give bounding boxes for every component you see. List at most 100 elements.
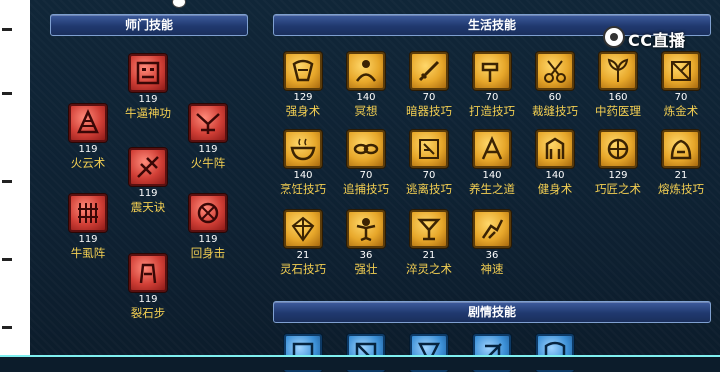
skill-level: 129: [608, 170, 628, 181]
bottom-edge: [0, 357, 720, 370]
smelting-icon: [662, 130, 700, 168]
sect-skill[interactable]: 119 回身击: [176, 194, 240, 260]
life-skill[interactable]: 140 冥想: [334, 52, 398, 118]
wellness-icon: [473, 130, 511, 168]
life-skill[interactable]: 60 裁缝技巧: [523, 52, 587, 118]
skill-level: 36: [485, 250, 499, 261]
life-skill[interactable]: 140 养生之道: [460, 130, 524, 196]
skill-level: 70: [359, 170, 373, 181]
life-skill[interactable]: 70 打造技巧: [460, 52, 524, 118]
story-skills-title: 剧情技能: [467, 305, 516, 319]
skill-level: 21: [674, 170, 688, 181]
cc-logo-icon: [603, 26, 625, 48]
life-skill[interactable]: 129 巧匠之术: [586, 130, 650, 196]
skill-name: 养生之道: [469, 182, 515, 196]
tempering-icon: [410, 210, 448, 248]
life-skill[interactable]: 21 熔炼技巧: [649, 130, 713, 196]
life-skill[interactable]: 70 追捕技巧: [334, 130, 398, 196]
sect-skill[interactable]: 119 牛逼神功: [116, 54, 180, 120]
skill-level: 70: [674, 92, 688, 103]
skill-name: 打造技巧: [469, 104, 515, 118]
life-skill[interactable]: 129 强身术: [271, 52, 335, 118]
life-skill[interactable]: 70 暗器技巧: [397, 52, 461, 118]
skill-name: 淬灵之术: [406, 262, 452, 276]
life-skill[interactable]: 36 神速: [460, 210, 524, 276]
craftsman-icon: [599, 130, 637, 168]
skill-level: 140: [293, 170, 313, 181]
sect-skill[interactable]: 119 火牛阵: [176, 104, 240, 170]
sect-skills-title: 师门技能: [124, 18, 173, 32]
life-skill[interactable]: 36 强壮: [334, 210, 398, 276]
fire-cloud-icon: [69, 104, 107, 142]
life-skill[interactable]: 21 灵石技巧: [271, 210, 335, 276]
skill-name: 强身术: [285, 104, 321, 118]
skill-level: 119: [198, 144, 218, 155]
skill-name: 暗器技巧: [406, 104, 452, 118]
skill-name: 强壮: [354, 262, 378, 276]
hammer-icon: [473, 52, 511, 90]
fitness-icon: [536, 130, 574, 168]
spirit-stone-icon: [284, 210, 322, 248]
life-skill[interactable]: 70 逃离技巧: [397, 130, 461, 196]
sect-skill[interactable]: 119 牛虱阵: [56, 194, 120, 260]
life-skill[interactable]: 140 健身术: [523, 130, 587, 196]
chain-icon: [347, 130, 385, 168]
skill-name: 回身击: [190, 246, 226, 260]
cc-live-watermark: CC直播: [603, 25, 691, 51]
skill-name: 震天诀: [130, 200, 166, 214]
strip-marker: [2, 326, 12, 329]
fire-bull-icon: [189, 104, 227, 142]
turn-strike-icon: [189, 194, 227, 232]
life-skill[interactable]: 70 炼金术: [649, 52, 713, 118]
skill-name: 牛逼神功: [125, 106, 171, 120]
strip-marker: [2, 28, 12, 31]
body-strength-icon: [284, 52, 322, 90]
skill-level: 70: [485, 92, 499, 103]
skill-level: 140: [356, 92, 376, 103]
skill-level: 21: [422, 250, 436, 261]
skill-level: 129: [293, 92, 313, 103]
watermark-text: CC直播: [628, 31, 686, 50]
skill-level: 119: [198, 234, 218, 245]
cooking-icon: [284, 130, 322, 168]
alchemy-icon: [662, 52, 700, 90]
herb-icon: [599, 52, 637, 90]
life-skill[interactable]: 160 中药医理: [586, 52, 650, 118]
scissors-icon: [536, 52, 574, 90]
bull-formation-icon: [69, 194, 107, 232]
stone-split-icon: [129, 254, 167, 292]
dagger-icon: [410, 52, 448, 90]
skill-level: 21: [296, 250, 310, 261]
story-skills-header: 剧情技能: [273, 301, 711, 323]
skill-name: 追捕技巧: [343, 182, 389, 196]
sect-skill[interactable]: 119 震天诀: [116, 148, 180, 214]
skill-name: 逃离技巧: [406, 182, 452, 196]
skill-level: 119: [78, 144, 98, 155]
skill-name: 巧匠之术: [595, 182, 641, 196]
skill-name: 健身术: [537, 182, 573, 196]
swift-icon: [473, 210, 511, 248]
meditation-icon: [347, 52, 385, 90]
demon-mask-icon: [129, 54, 167, 92]
skill-level: 36: [359, 250, 373, 261]
escape-icon: [410, 130, 448, 168]
life-skill[interactable]: 21 淬灵之术: [397, 210, 461, 276]
skill-name: 裁缝技巧: [532, 104, 578, 118]
skill-level: 60: [548, 92, 562, 103]
skill-level: 140: [545, 170, 565, 181]
life-skills-title: 生活技能: [467, 18, 516, 32]
skill-level: 119: [138, 94, 158, 105]
skill-name: 神速: [480, 262, 504, 276]
skill-level: 119: [78, 234, 98, 245]
sect-skills-header: 师门技能: [50, 14, 248, 36]
skill-name: 火牛阵: [190, 156, 226, 170]
skill-name: 灵石技巧: [280, 262, 326, 276]
sect-skill[interactable]: 119 裂石步: [116, 254, 180, 320]
sect-skill[interactable]: 119 火云术: [56, 104, 120, 170]
strip-marker: [2, 258, 12, 261]
skill-level: 140: [482, 170, 502, 181]
left-browser-strip: [0, 0, 31, 370]
life-skill[interactable]: 140 烹饪技巧: [271, 130, 335, 196]
skills-window: 师门技能 生活技能 剧情技能 119 牛逼神功 119 火云术 119 火牛阵 …: [30, 0, 720, 372]
skill-name: 火云术: [70, 156, 106, 170]
